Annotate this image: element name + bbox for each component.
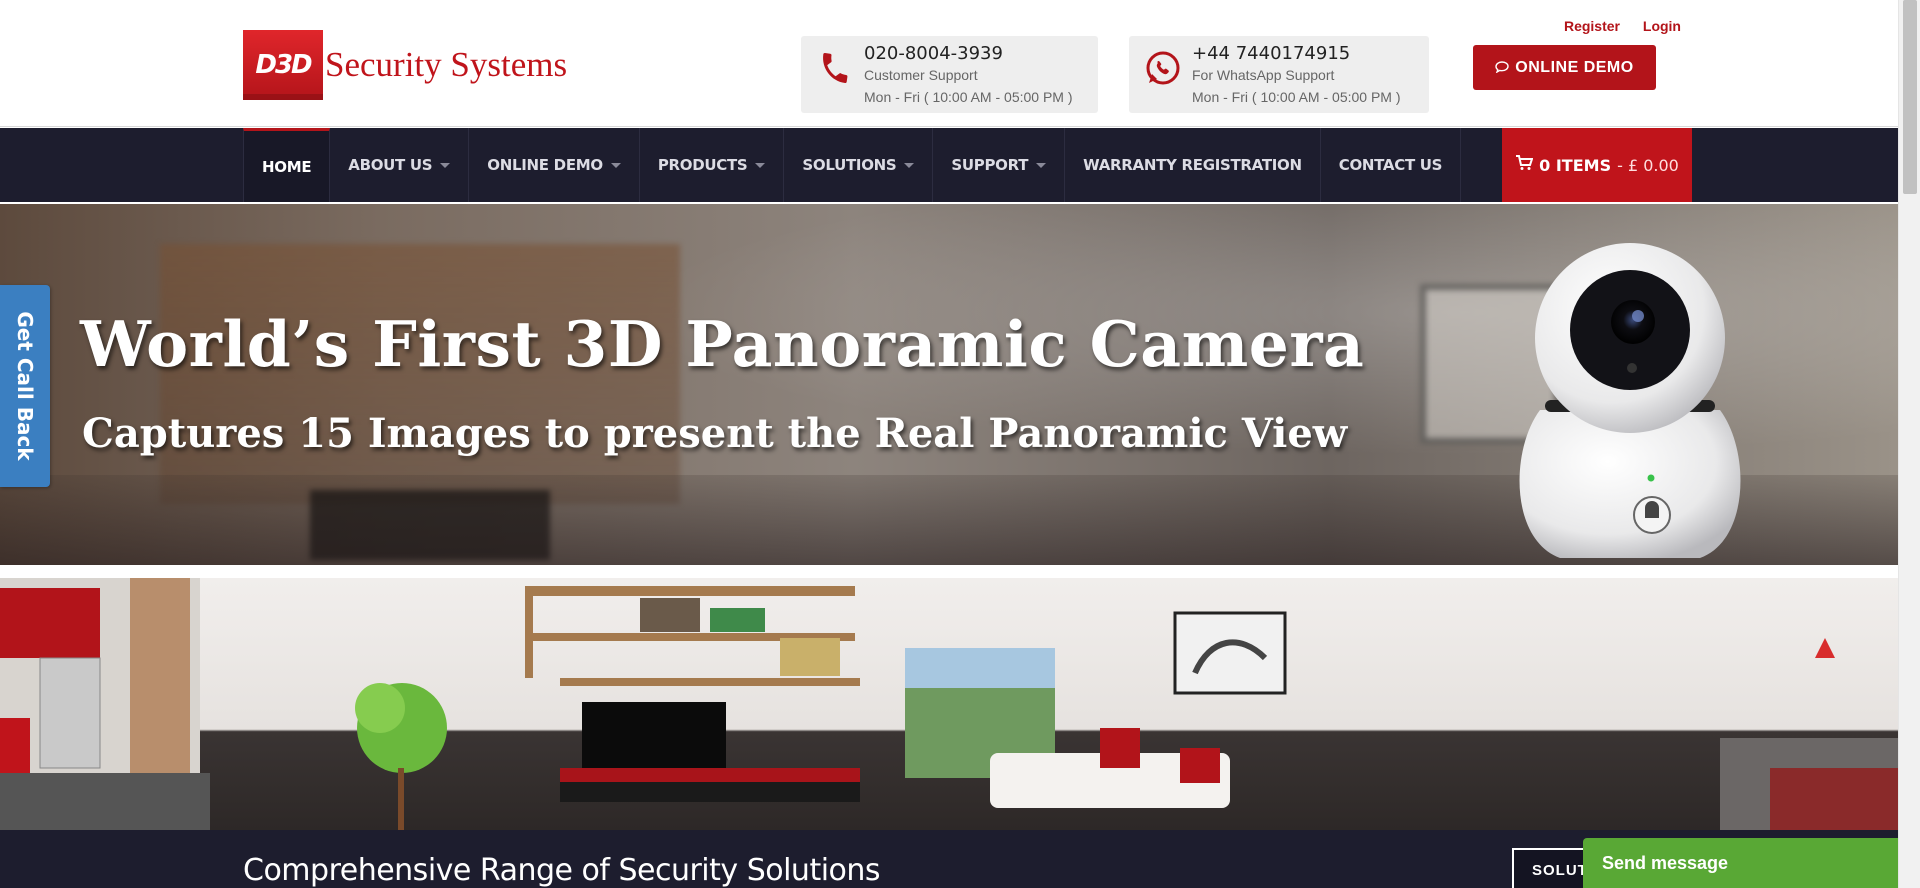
hero-subtitle: Captures 15 Images to present the Real P… [82,410,1348,457]
site-header: D3D Security Systems 020-8004-3939 Custo… [0,0,1898,127]
cart-total: - £ 0.00 [1617,155,1679,175]
nav-item-contact-us[interactable]: CONTACT US [1321,128,1462,202]
whatsapp-icon [1143,48,1183,88]
nav-item-online-demo[interactable]: ONLINE DEMO [469,128,640,202]
chat-icon [1495,60,1509,76]
register-link[interactable]: Register [1564,18,1620,34]
send-message-chat[interactable]: Send message [1583,838,1909,888]
whatsapp-support-box: +44 7440174915 For WhatsApp Support Mon … [1129,36,1429,113]
nav-item-home[interactable]: HOME [243,128,331,202]
whatsapp-hours: Mon - Fri ( 10:00 AM - 05:00 PM ) [1192,89,1401,105]
online-demo-button[interactable]: ONLINE DEMO [1473,45,1656,90]
site-logo[interactable]: D3D Security Systems [243,30,567,100]
nav-menu: HOME ABOUT US ONLINE DEMO PRODUCTS SOLUT… [243,128,1462,202]
nav-item-label: CONTACT US [1338,156,1443,174]
nav-item-products[interactable]: PRODUCTS [640,128,785,202]
phone-icon [815,48,855,88]
nav-item-about-us[interactable]: ABOUT US [330,128,470,202]
support-hours: Mon - Fri ( 10:00 AM - 05:00 PM ) [864,89,1073,105]
cart-items-count: 0 ITEMS [1539,155,1612,175]
call-back-label: Get Call Back [13,311,37,461]
nav-item-label: WARRANTY REGISTRATION [1083,156,1302,174]
support-label: Customer Support [864,67,978,83]
get-call-back-tab[interactable]: Get Call Back [0,285,50,487]
nav-item-solutions[interactable]: SOLUTIONS [784,128,934,202]
scrollbar-thumb[interactable] [1903,0,1917,194]
logo-badge: D3D [243,30,323,100]
whatsapp-number[interactable]: +44 7440174915 [1192,43,1350,64]
nav-item-label: PRODUCTS [657,156,748,174]
caret-down-icon [1036,162,1047,168]
cart-button[interactable]: 0 ITEMS - £ 0.00 [1502,128,1692,202]
logo-text: Security Systems [325,45,568,84]
panoramic-room-image [0,578,1898,830]
panoramic-camera-image [1519,243,1741,558]
hero-banner[interactable]: World’s First 3D Panoramic Camera Captur… [0,204,1898,565]
nav-item-support[interactable]: SUPPORT [933,128,1066,202]
page-scrollbar[interactable] [1898,0,1920,888]
nav-item-label: SOLUTIONS [802,156,897,174]
support-phone-number[interactable]: 020-8004-3939 [864,43,1003,64]
whatsapp-label: For WhatsApp Support [1192,67,1335,83]
hero-title: World’s First 3D Panoramic Camera [80,307,1365,381]
nav-item-label: ABOUT US [348,156,433,174]
nav-item-label: SUPPORT [951,156,1029,174]
account-links: Register Login [1545,18,1681,34]
nav-item-label: HOME [262,157,312,176]
main-navigation: HOME ABOUT US ONLINE DEMO PRODUCTS SOLUT… [0,128,1898,202]
nav-item-label: ONLINE DEMO [487,156,603,174]
caret-down-icon [755,162,766,168]
login-link[interactable]: Login [1643,18,1681,34]
nav-item-warranty-registration[interactable]: WARRANTY REGISTRATION [1065,128,1321,202]
room-illustration [0,578,1898,830]
caret-down-icon [904,162,915,168]
cart-icon [1515,155,1534,175]
customer-support-box: 020-8004-3939 Customer Support Mon - Fri… [801,36,1098,113]
caret-down-icon [610,162,621,168]
online-demo-label: ONLINE DEMO [1515,58,1634,76]
section-title: Comprehensive Range of Security Solution… [243,853,881,888]
caret-down-icon [440,162,451,168]
